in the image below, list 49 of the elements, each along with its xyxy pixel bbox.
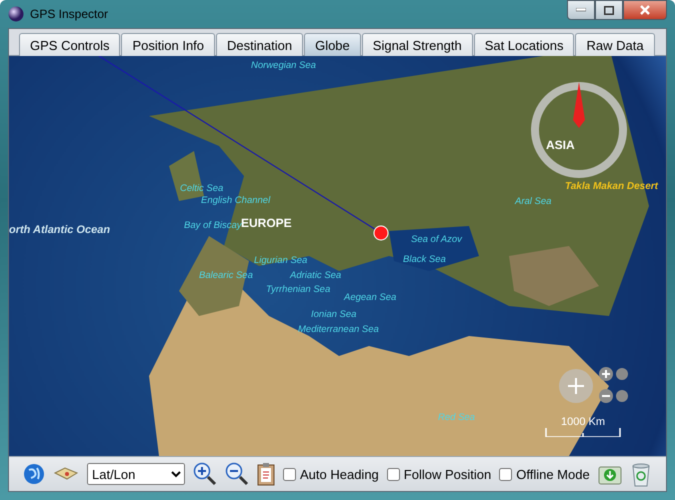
checkbox[interactable] (499, 468, 512, 480)
coordinate-format-dropdown[interactable]: Lat/Lon (87, 463, 185, 485)
map-label: Mediterranean Sea (298, 324, 379, 335)
maximize-button[interactable] (595, 0, 623, 20)
zoom-out-icon[interactable] (225, 462, 249, 486)
checkbox-label: Follow Position (404, 466, 492, 482)
map-label: ASIA (546, 138, 575, 152)
zoom-in-icon[interactable] (193, 462, 217, 486)
map-label: Bay of Biscay (184, 220, 242, 231)
position-marker (374, 226, 388, 240)
map-label: English Channel (201, 195, 270, 206)
checkbox-label: Offline Mode (516, 466, 590, 482)
map-label: Adriatic Sea (290, 270, 342, 281)
map-label: Ionian Sea (311, 309, 356, 320)
checkbox-label: Auto Heading (300, 466, 379, 482)
checkbox[interactable] (386, 468, 400, 480)
map-label: Red Sea (438, 412, 475, 423)
tab[interactable]: GPS Controls (19, 33, 120, 56)
tab[interactable]: Position Info (121, 33, 216, 56)
scale-bar-icon (545, 428, 621, 437)
checkbox[interactable] (283, 468, 296, 480)
tab[interactable]: Sat Locations (474, 33, 574, 56)
app-orb-icon (8, 6, 24, 22)
close-icon (640, 5, 650, 15)
globe-icon[interactable] (23, 463, 45, 485)
globe-view[interactable] (9, 56, 666, 456)
map-label: Ligurian Sea (254, 255, 308, 266)
map-label: Tyrrhenian Sea (266, 284, 330, 295)
map-label: EUROPE (241, 216, 292, 230)
map-label: Black Sea (403, 254, 446, 265)
map-label: Norwegian Sea (251, 60, 316, 71)
tab[interactable]: Destination (216, 33, 304, 56)
map-label: Sea of Azov (411, 234, 462, 245)
recycle-bin-icon[interactable] (630, 461, 652, 487)
minimize-button[interactable] (567, 0, 595, 20)
maximize-icon (604, 6, 614, 14)
map-label: orth Atlantic Ocean (9, 224, 110, 236)
map-label: Aegean Sea (344, 292, 396, 303)
tab[interactable]: Globe (304, 33, 361, 56)
window-title: GPS Inspector (30, 7, 108, 21)
map-label: Aral Sea (515, 196, 552, 207)
scale-label: 1000 Km (561, 416, 606, 428)
map-label: Celtic Sea (180, 183, 224, 194)
close-button[interactable] (623, 0, 667, 20)
tab[interactable]: Raw Data (575, 33, 655, 56)
compass-icon[interactable] (529, 80, 629, 180)
clipboard-icon[interactable] (257, 462, 275, 486)
minimize-icon (576, 8, 586, 12)
tab[interactable]: Signal Strength (362, 33, 473, 56)
